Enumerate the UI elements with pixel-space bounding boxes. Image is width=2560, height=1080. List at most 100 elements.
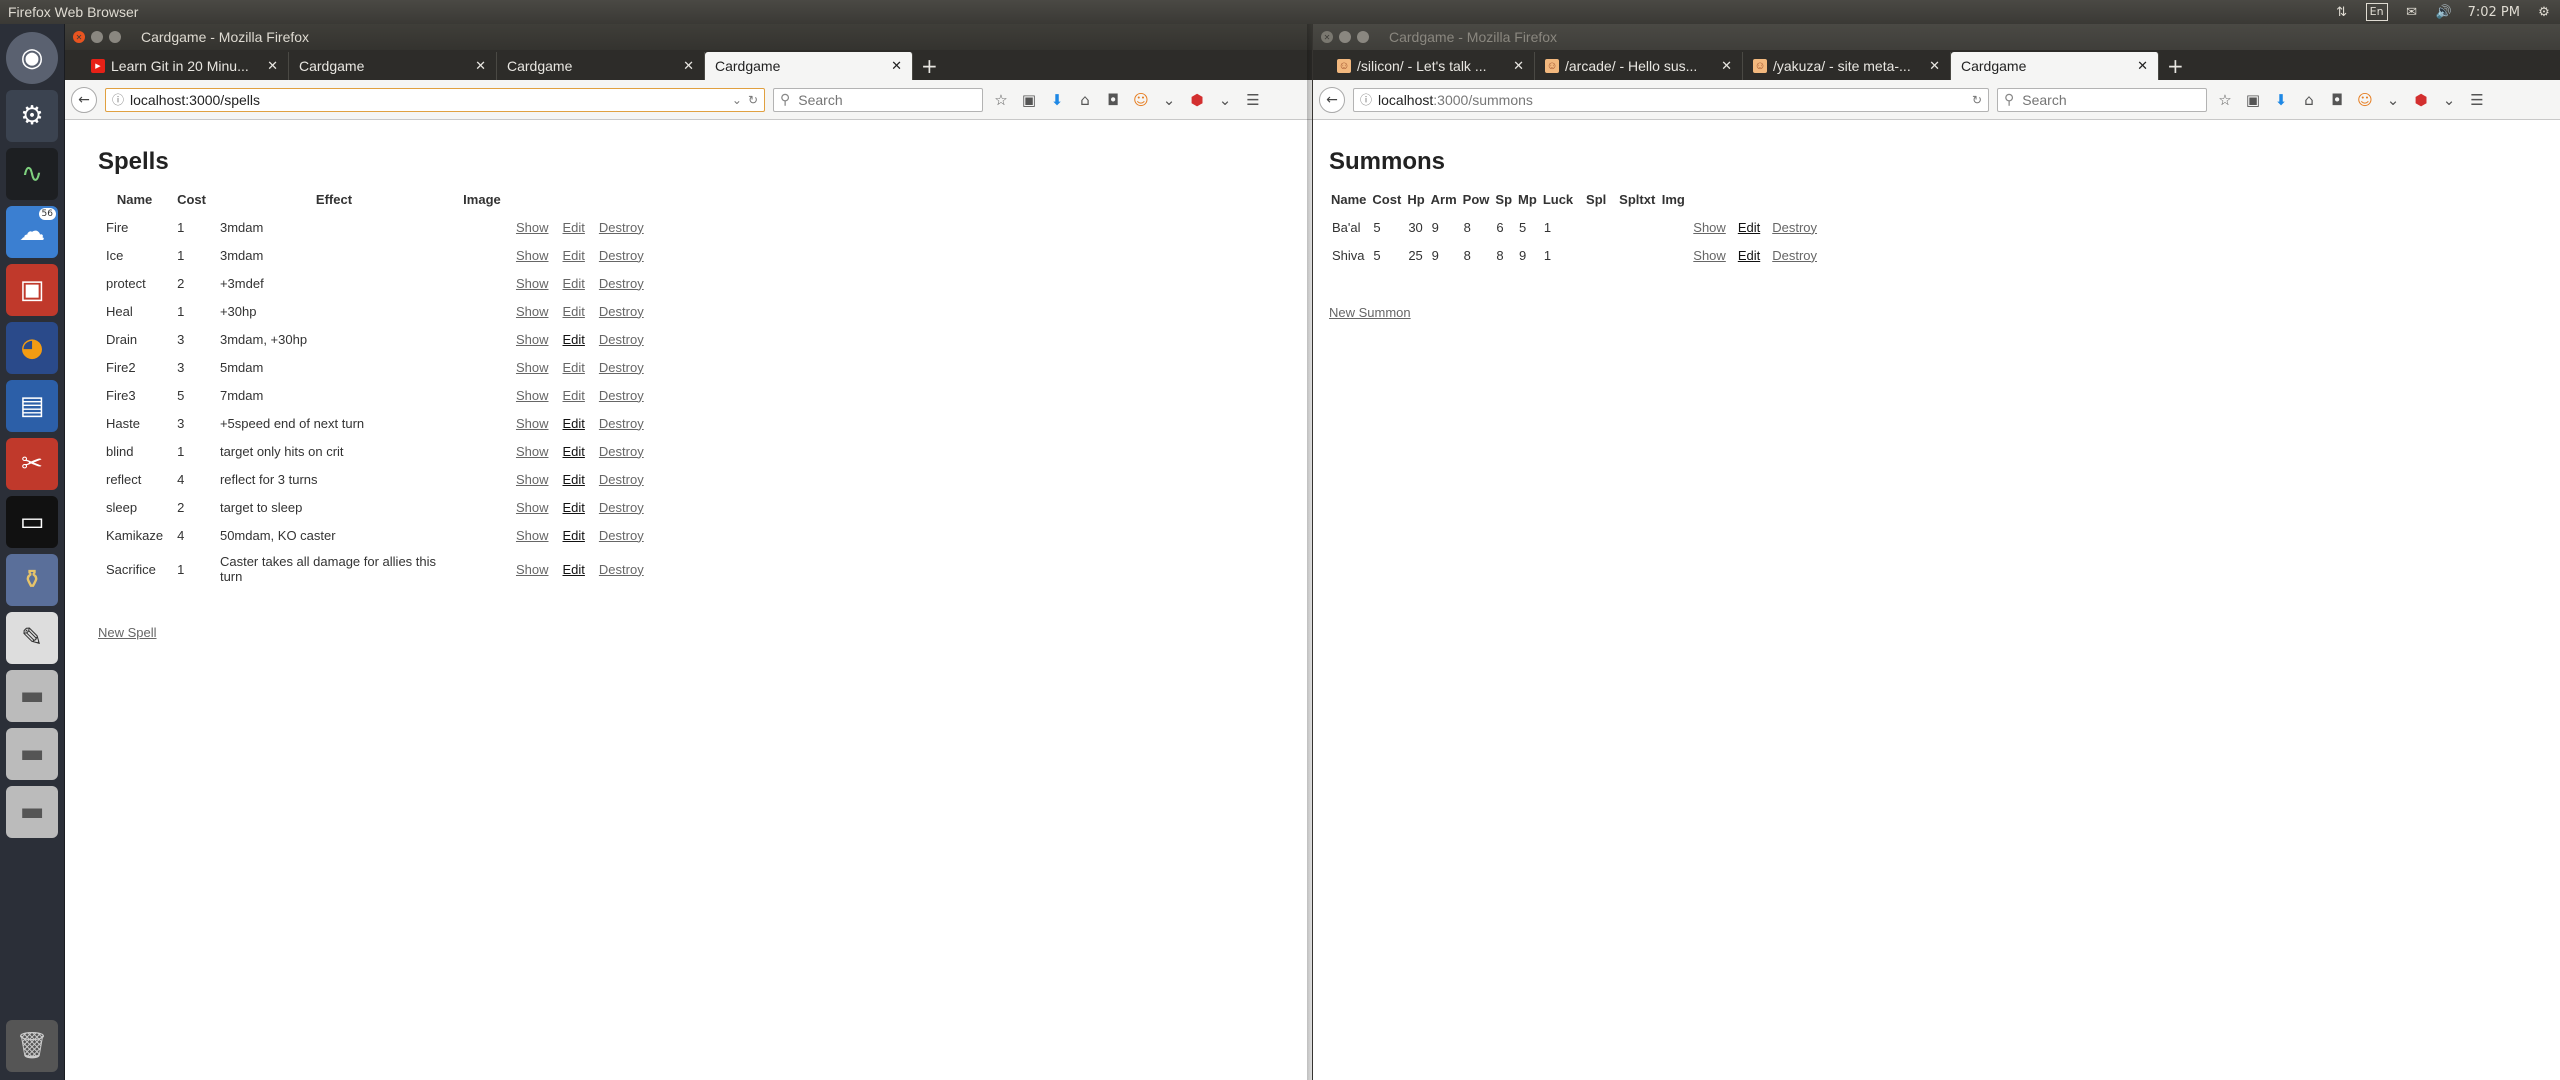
- show-link[interactable]: Show: [1693, 220, 1726, 235]
- show-link[interactable]: Show: [516, 528, 549, 543]
- show-link[interactable]: Show: [516, 500, 549, 515]
- close-icon[interactable]: ✕: [1929, 58, 1940, 74]
- chevron-down-icon[interactable]: ⌄: [732, 93, 742, 107]
- download-icon[interactable]: ⬇: [1047, 90, 1067, 110]
- edit-link[interactable]: Edit: [1738, 220, 1760, 235]
- text-editor-icon[interactable]: ✎: [6, 612, 58, 664]
- new-tab-button[interactable]: +: [2159, 52, 2192, 80]
- gear-icon[interactable]: ⚙: [2536, 4, 2552, 20]
- steam-icon[interactable]: ⚙: [6, 90, 58, 142]
- pocket-icon[interactable]: ◘: [1103, 90, 1123, 110]
- new-tab-button[interactable]: +: [913, 52, 946, 80]
- tab-learn-git[interactable]: ▶ Learn Git in 20 Minu... ✕: [81, 52, 289, 80]
- edit-link[interactable]: Edit: [563, 500, 585, 515]
- edit-link[interactable]: Edit: [563, 220, 585, 235]
- system-monitor-icon[interactable]: ∿: [6, 148, 58, 200]
- destroy-link[interactable]: Destroy: [599, 562, 644, 577]
- extension-icon[interactable]: ☺: [1131, 90, 1151, 110]
- chevron-down-icon[interactable]: ⌄: [2383, 90, 2403, 110]
- window-titlebar[interactable]: ✕ Cardgame - Mozilla Firefox: [1313, 24, 2560, 50]
- show-link[interactable]: Show: [516, 220, 549, 235]
- tab-silicon[interactable]: ☺ /silicon/ - Let's talk ... ✕: [1327, 52, 1535, 80]
- reload-icon[interactable]: ↻: [1972, 93, 1982, 107]
- close-icon[interactable]: ✕: [73, 31, 85, 43]
- pocket-icon[interactable]: ◘: [2327, 90, 2347, 110]
- tab-cardgame-active[interactable]: Cardgame ✕: [1951, 52, 2159, 80]
- url-text[interactable]: localhost:3000/spells: [130, 92, 726, 108]
- back-button[interactable]: ←: [71, 86, 97, 113]
- back-button[interactable]: ←: [1319, 86, 1345, 113]
- maximize-icon[interactable]: [1357, 31, 1369, 43]
- close-icon[interactable]: ✕: [475, 58, 486, 74]
- edit-link[interactable]: Edit: [563, 276, 585, 291]
- info-icon[interactable]: ⓘ: [112, 91, 124, 108]
- show-link[interactable]: Show: [516, 562, 549, 577]
- clipboard-icon[interactable]: ▣: [1019, 90, 1039, 110]
- software-updater-icon[interactable]: ☁ 56: [6, 206, 58, 258]
- url-bar[interactable]: ⓘ localhost:3000/summons ↻: [1353, 87, 1989, 112]
- volume-icon[interactable]: 🔊: [2436, 4, 2452, 20]
- close-icon[interactable]: ✕: [683, 58, 694, 74]
- search-bar[interactable]: ⚲: [773, 87, 983, 112]
- chevron-down-icon[interactable]: ⌄: [1159, 90, 1179, 110]
- settings-tools-icon[interactable]: ✂: [6, 438, 58, 490]
- close-icon[interactable]: ✕: [2137, 58, 2148, 74]
- firefox-icon[interactable]: ◕: [6, 322, 58, 374]
- show-link[interactable]: Show: [516, 444, 549, 459]
- close-icon[interactable]: ✕: [1321, 31, 1333, 43]
- close-icon[interactable]: ✕: [891, 58, 902, 74]
- edit-link[interactable]: Edit: [563, 332, 585, 347]
- show-link[interactable]: Show: [516, 332, 549, 347]
- close-icon[interactable]: ✕: [267, 58, 278, 74]
- extension-icon[interactable]: ☺: [2355, 90, 2375, 110]
- edit-link[interactable]: Edit: [563, 360, 585, 375]
- tab-cardgame[interactable]: Cardgame ✕: [497, 52, 705, 80]
- mail-icon[interactable]: ✉: [2404, 4, 2420, 20]
- keyboard-layout-indicator[interactable]: En: [2365, 3, 2388, 21]
- destroy-link[interactable]: Destroy: [599, 528, 644, 543]
- url-bar[interactable]: ⓘ localhost:3000/spells ⌄ ↻: [105, 87, 765, 112]
- home-icon[interactable]: ⌂: [2299, 90, 2319, 110]
- show-link[interactable]: Show: [516, 304, 549, 319]
- url-text[interactable]: localhost:3000/summons: [1378, 92, 1966, 108]
- destroy-link[interactable]: Destroy: [599, 276, 644, 291]
- edit-link[interactable]: Edit: [563, 528, 585, 543]
- window-titlebar[interactable]: ✕ Cardgame - Mozilla Firefox: [65, 24, 1312, 50]
- chevron-down-icon[interactable]: ⌄: [2439, 90, 2459, 110]
- edit-link[interactable]: Edit: [563, 562, 585, 577]
- package-manager-icon[interactable]: ▣: [6, 264, 58, 316]
- tab-cardgame-active[interactable]: Cardgame ✕: [705, 52, 913, 80]
- show-link[interactable]: Show: [516, 416, 549, 431]
- destroy-link[interactable]: Destroy: [599, 472, 644, 487]
- adblock-icon[interactable]: ⬢: [2411, 90, 2431, 110]
- download-icon[interactable]: ⬇: [2271, 90, 2291, 110]
- edit-link[interactable]: Edit: [563, 248, 585, 263]
- chevron-down-icon[interactable]: ⌄: [1215, 90, 1235, 110]
- adblock-icon[interactable]: ⬢: [1187, 90, 1207, 110]
- terminal-icon[interactable]: ▭: [6, 496, 58, 548]
- trash-icon[interactable]: 🗑: [6, 1020, 58, 1072]
- files-icon[interactable]: ⚱: [6, 554, 58, 606]
- edit-link[interactable]: Edit: [563, 472, 585, 487]
- destroy-link[interactable]: Destroy: [599, 248, 644, 263]
- search-input[interactable]: [2020, 90, 2195, 109]
- close-icon[interactable]: ✕: [1721, 58, 1732, 74]
- network-transfer-icon[interactable]: ⇅: [2334, 4, 2350, 20]
- drive-icon[interactable]: ▬: [6, 670, 58, 722]
- bookmark-star-icon[interactable]: ☆: [2215, 90, 2235, 110]
- reload-icon[interactable]: ↻: [748, 93, 758, 107]
- home-icon[interactable]: ⌂: [1075, 90, 1095, 110]
- bookmark-star-icon[interactable]: ☆: [991, 90, 1011, 110]
- maximize-icon[interactable]: [109, 31, 121, 43]
- destroy-link[interactable]: Destroy: [599, 360, 644, 375]
- show-link[interactable]: Show: [516, 276, 549, 291]
- clock[interactable]: 7:02 PM: [2468, 5, 2520, 20]
- close-icon[interactable]: ✕: [1513, 58, 1524, 74]
- edit-link[interactable]: Edit: [563, 304, 585, 319]
- destroy-link[interactable]: Destroy: [1772, 248, 1817, 263]
- show-link[interactable]: Show: [516, 248, 549, 263]
- destroy-link[interactable]: Destroy: [599, 388, 644, 403]
- dash-home-icon[interactable]: ◉: [6, 32, 58, 84]
- destroy-link[interactable]: Destroy: [599, 304, 644, 319]
- edit-link[interactable]: Edit: [563, 388, 585, 403]
